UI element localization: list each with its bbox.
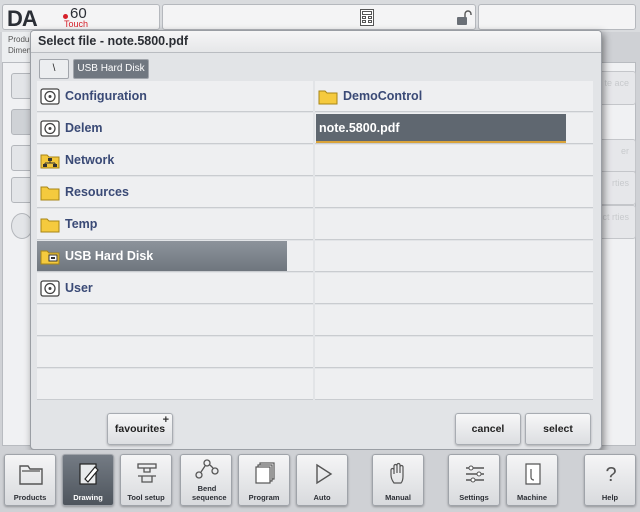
products-folder-icon <box>19 465 43 485</box>
select-button[interactable]: select <box>525 413 591 445</box>
folder-label: Network <box>65 153 115 167</box>
nav-drawing[interactable]: Drawing <box>62 454 114 506</box>
nav-label: Settings <box>459 493 489 502</box>
nav-label: Help <box>601 493 619 502</box>
file-item-democontrol[interactable]: DemoControl <box>315 81 593 112</box>
settings-icon <box>466 465 484 483</box>
dialog-title: Select file - note.5800.pdf <box>31 31 601 53</box>
file-label: note.5800.pdf <box>319 121 400 135</box>
network-icon <box>40 154 60 169</box>
nav-label: Auto <box>313 493 331 502</box>
nav-program[interactable]: Program <box>238 454 290 506</box>
folder-label: Temp <box>65 217 98 231</box>
folder-item-user[interactable]: User <box>37 273 313 304</box>
topbar-right-panel <box>478 4 636 30</box>
nav-label: Drawing <box>73 493 103 502</box>
empty-row <box>315 369 593 400</box>
cancel-button[interactable]: cancel <box>455 413 521 445</box>
bend-sequence-icon <box>195 459 219 479</box>
file-list: DemoControl note.5800.pdf <box>315 81 593 405</box>
favourites-button[interactable]: favourites + <box>107 413 173 445</box>
empty-row <box>315 145 593 176</box>
nav-settings[interactable]: Settings <box>448 454 500 506</box>
disk-icon <box>40 120 60 137</box>
program-icon <box>255 462 275 484</box>
folder-icon <box>40 186 60 201</box>
file-item-note-pdf[interactable]: note.5800.pdf <box>315 113 593 144</box>
nav-label: Machine <box>516 493 547 502</box>
logo-panel: DA 60 Touch <box>2 4 160 31</box>
empty-row <box>37 337 313 368</box>
nav-help[interactable]: ? Help <box>584 454 636 506</box>
folder-label: Delem <box>65 121 103 135</box>
empty-row <box>37 305 313 336</box>
empty-row <box>315 241 593 272</box>
folder-item-resources[interactable]: Resources <box>37 177 313 208</box>
machine-icon <box>525 463 541 485</box>
empty-row <box>315 209 593 240</box>
favourites-label: favourites <box>114 423 166 435</box>
logo-brand: DA <box>7 6 38 31</box>
svg-text:?: ? <box>605 464 616 486</box>
nav-tool-setup[interactable]: Tool setup <box>120 454 172 506</box>
usb-folder-icon <box>40 250 60 265</box>
nav-label: Manual <box>385 493 411 502</box>
disk-icon <box>40 280 60 297</box>
empty-row <box>315 273 593 304</box>
play-icon <box>316 463 333 485</box>
nav-bend-sequence[interactable]: Bend sequence <box>180 454 232 506</box>
nav-label: Tool setup <box>127 493 165 502</box>
disk-icon <box>40 88 60 105</box>
empty-row <box>315 177 593 208</box>
logo-sub: Touch <box>64 19 89 29</box>
empty-row <box>315 305 593 336</box>
nav-products[interactable]: Products <box>4 454 56 506</box>
unlock-icon[interactable] <box>456 9 472 26</box>
plus-icon: + <box>162 414 169 426</box>
folder-label: User <box>65 281 93 295</box>
folder-list: Configuration Delem Network Resources Te… <box>37 81 313 405</box>
breadcrumb-root[interactable]: \ <box>39 59 69 79</box>
nav-label: Program <box>248 493 280 502</box>
select-file-dialog: Select file - note.5800.pdf \ USB Hard D… <box>30 30 602 450</box>
breadcrumb-current[interactable]: USB Hard Disk <box>73 59 149 79</box>
nav-manual[interactable]: Manual <box>372 454 424 506</box>
tool-setup-icon <box>137 463 157 483</box>
nav-label: Bend sequence <box>192 484 227 502</box>
empty-row <box>315 337 593 368</box>
status-panel <box>162 4 476 30</box>
folder-item-configuration[interactable]: Configuration <box>37 81 313 112</box>
nav-machine[interactable]: Machine <box>506 454 558 506</box>
folder-icon <box>318 90 338 105</box>
nav-auto[interactable]: Auto <box>296 454 348 506</box>
nav-label: Products <box>13 493 47 502</box>
folder-item-network[interactable]: Network <box>37 145 313 176</box>
file-label: DemoControl <box>343 89 423 103</box>
folder-label: Resources <box>65 185 129 199</box>
help-icon: ? <box>605 464 616 486</box>
folder-icon <box>40 218 60 233</box>
folder-item-temp[interactable]: Temp <box>37 209 313 240</box>
folder-item-usb-hard-disk[interactable]: USB Hard Disk <box>37 241 313 272</box>
calculator-icon[interactable] <box>360 9 374 26</box>
empty-row <box>37 369 313 400</box>
drawing-icon <box>79 463 99 485</box>
bottom-navigation: Products Drawing Tool setup Bend sequenc… <box>0 450 640 512</box>
folder-item-delem[interactable]: Delem <box>37 113 313 144</box>
hand-icon <box>390 462 404 484</box>
folder-label: USB Hard Disk <box>65 249 154 263</box>
folder-label: Configuration <box>65 89 147 103</box>
top-bar: DA 60 Touch <box>0 0 640 32</box>
